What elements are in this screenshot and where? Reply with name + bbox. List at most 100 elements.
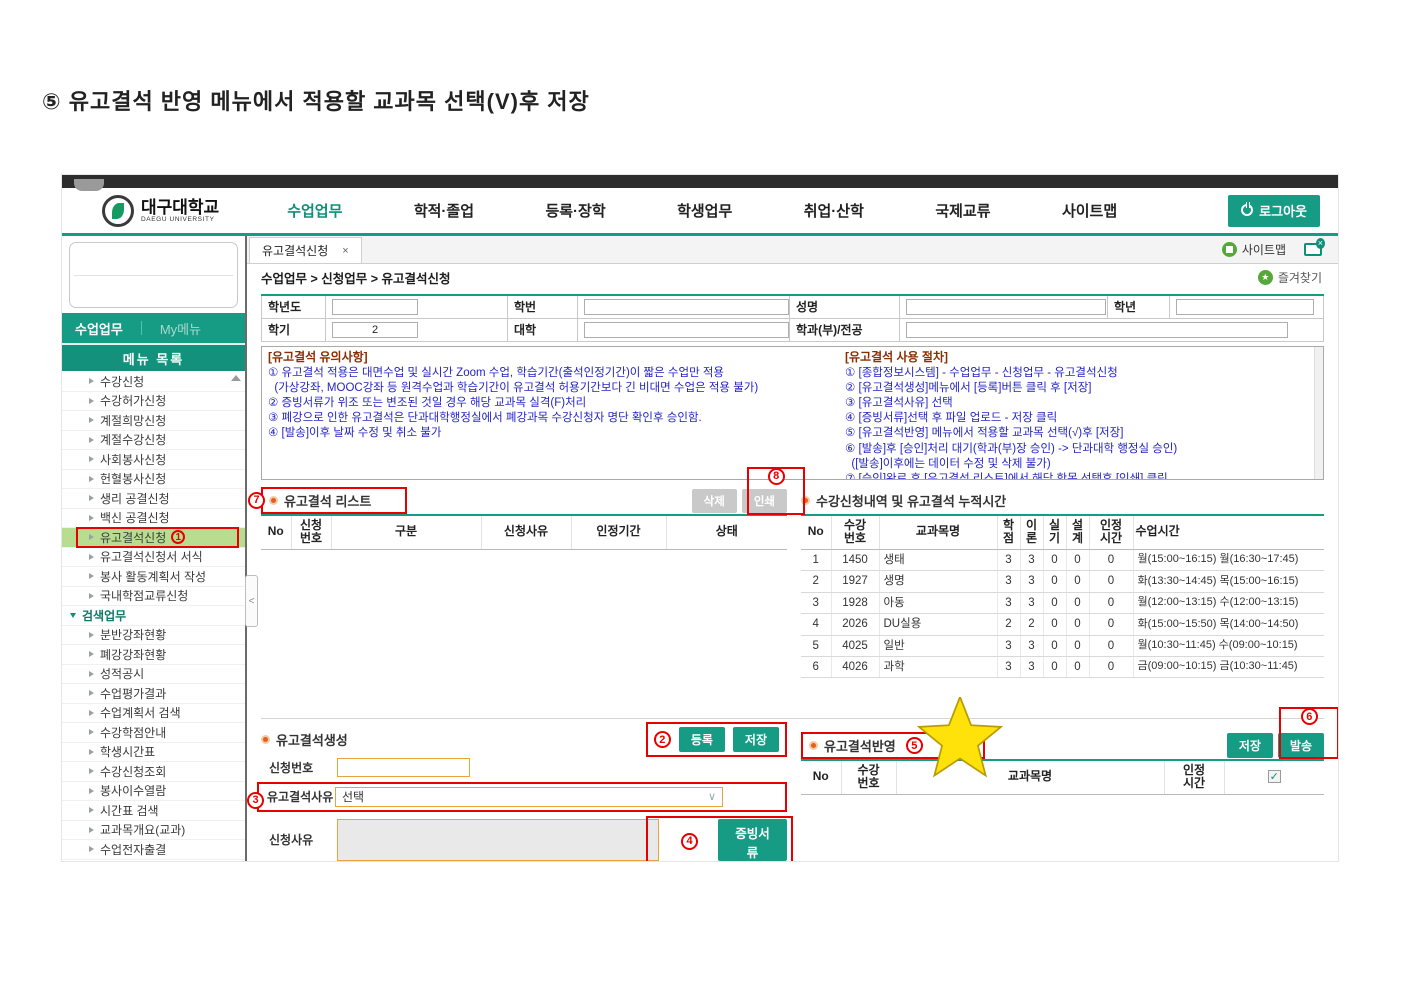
favorite-button[interactable]: ★ 즐겨찾기 <box>1257 269 1322 286</box>
enrollment-table: No 수강 번호 교과목명 학 점이 론실 기설 계 인정 시간 수업시간 1 1450 생태… <box>801 513 1324 679</box>
sidebar-item-label: 폐강강좌현황 <box>100 647 167 662</box>
sidebar-item[interactable]: 유고결석신청서 서식 <box>62 548 245 567</box>
field-input-0[interactable] <box>332 298 418 315</box>
triangle-right-icon <box>89 514 94 521</box>
sidebar-item[interactable]: 봉사 활동계획서 작성 <box>62 567 245 587</box>
column-header: No <box>261 514 292 551</box>
select-all-checkbox[interactable]: ✓ <box>1267 770 1281 784</box>
annotation-5-circle: 5 <box>905 737 923 754</box>
sidebar-item[interactable]: 분반강좌현황 <box>62 626 245 645</box>
cell: 0 <box>1089 635 1134 657</box>
request-no-input[interactable] <box>337 757 470 777</box>
sidebar-item[interactable]: 국내학점교류신청 <box>62 587 245 606</box>
sidebar-item[interactable]: 수강신청조회 <box>62 762 245 782</box>
create-save-button[interactable]: 저장 <box>732 727 779 752</box>
nav-item-0[interactable]: 수업업무 <box>287 200 342 221</box>
print-button[interactable]: 인쇄 <box>741 488 787 513</box>
table-row[interactable]: 6 4026 과학 3 3 0 0 0 금(09:00~10:15) 금(10:30~11:45… <box>801 656 1324 679</box>
field-input-3[interactable] <box>1176 298 1314 315</box>
sidebar-item[interactable]: 수업전자출결 <box>62 840 245 860</box>
field-input-1[interactable] <box>584 298 789 315</box>
reason-select[interactable]: 선택 ∨ <box>335 786 723 807</box>
section-bullet-icon <box>801 496 810 505</box>
university-logo: 대구대학교 DAEGU UNIVERSITY <box>102 194 219 227</box>
sidebar-item[interactable]: 폐강강좌현황 <box>62 645 245 665</box>
sidebar-item-label: 수업평가결과 <box>100 686 167 701</box>
sidebar-item[interactable]: 검색업무 <box>62 606 245 626</box>
nav-item-2[interactable]: 등록·장학 <box>545 200 605 221</box>
cell: 0 <box>1066 549 1090 572</box>
sidebar-item[interactable]: 교과목개요(교과) <box>62 821 245 840</box>
sidebar-item-label: 유고결석신청서 서식 <box>100 550 203 565</box>
sidebar-item[interactable]: 수강학점안내 <box>62 723 245 743</box>
cell: 1450 <box>831 549 880 572</box>
sidebar-item[interactable]: 생리 공결신청 <box>62 489 245 509</box>
sidebar-item[interactable]: 헌혈봉사신청 <box>62 470 245 489</box>
sidebar-item[interactable]: 유고결석신청 1 <box>62 527 245 548</box>
nav-item-4[interactable]: 취업·산학 <box>804 200 864 221</box>
notice-left: [유고결석 유의사항] ① 유고결석 적용은 대면수업 및 실시간 Zoom 수… <box>268 349 759 440</box>
tab-absence-application[interactable]: 유고결석신청 × <box>249 237 362 263</box>
attachment-button[interactable]: 증빙서류 <box>718 818 787 861</box>
sidebar-item[interactable]: 수업계획서 검색 <box>62 704 245 723</box>
sidebar-collapse-handle[interactable]: < <box>245 575 258 627</box>
sidebar-tab-classwork[interactable]: 수업업무 <box>75 319 123 338</box>
field-label: 학번 <box>507 294 578 319</box>
logout-button[interactable]: 로그아웃 <box>1228 194 1320 227</box>
column-header: 이 론 <box>1020 514 1044 551</box>
tab-close-icon[interactable]: × <box>342 245 348 257</box>
sidebar-item[interactable]: 백신 공결신청 <box>62 509 245 528</box>
table-row[interactable]: 5 4025 일반 3 3 0 0 0 월(10:30~11:45) 수(09:00~10:15… <box>801 635 1324 657</box>
sitemap-icon <box>1221 242 1237 257</box>
register-button[interactable]: 등록 <box>678 727 725 752</box>
sidebar-item[interactable]: 시간표 검색 <box>62 801 245 821</box>
nav-item-3[interactable]: 학생업무 <box>677 200 732 221</box>
table-row[interactable]: 3 1928 아동 3 3 0 0 0 월(12:00~13:15) 수(12:00~13:15… <box>801 592 1324 615</box>
tab-label: 유고결석신청 <box>262 244 329 258</box>
sidebar-item[interactable]: 성적공시 <box>62 665 245 684</box>
tab-strip: 유고결석신청 × 사이트맵 <box>247 236 1338 264</box>
close-all-windows-icon[interactable] <box>1304 238 1325 256</box>
cell: 0 <box>1066 570 1090 593</box>
notice-scrollbar[interactable] <box>1314 346 1323 479</box>
annotation-2-circle: 2 <box>653 731 671 748</box>
table-row[interactable]: 4 2026 DU실용 2 2 0 0 0 화(15:00~15:50) 목(14:00~14:… <box>801 613 1324 636</box>
field-input-2[interactable] <box>906 298 1106 315</box>
absence-list-table: No 신청 번호 구분 신청사유 인정기간 상태 <box>261 513 787 590</box>
sidebar-item-label: 성적공시 <box>100 667 145 682</box>
sitemap-button[interactable]: 사이트맵 <box>1221 241 1286 258</box>
field-label: 학기 <box>261 317 326 342</box>
cell: 2 <box>997 613 1021 636</box>
sidebar-item[interactable]: 수강허가신청 <box>62 392 245 411</box>
annotation-1-circle: 1 <box>171 530 186 545</box>
cell: 생태 <box>879 549 998 572</box>
cell: 아동 <box>879 592 998 615</box>
reason-textarea[interactable] <box>337 818 660 861</box>
enrollment-header: 수강신청내역 및 유고결석 누적시간 <box>801 488 1324 514</box>
sidebar-item[interactable]: 사회봉사신청 <box>62 450 245 470</box>
nav-item-1[interactable]: 학적·졸업 <box>414 200 474 221</box>
delete-button[interactable]: 삭제 <box>691 488 737 513</box>
nav-item-5[interactable]: 국제교류 <box>935 200 990 221</box>
sidebar-item[interactable]: 계절희망신청 <box>62 411 245 431</box>
field-input-r2-2[interactable] <box>906 321 1288 338</box>
cell: 6 <box>801 656 832 679</box>
sidebar-item[interactable]: 수업평가결과 <box>62 684 245 704</box>
nav-item-6[interactable]: 사이트맵 <box>1062 200 1117 221</box>
triangle-right-icon <box>89 495 94 502</box>
send-button[interactable]: 발송 <box>1277 733 1324 758</box>
sidebar-tab-mymenu[interactable]: My메뉴 <box>160 319 201 338</box>
sidebar-item[interactable]: 학생시간표 <box>62 743 245 762</box>
sidebar-item[interactable]: 계절수강신청 <box>62 431 245 450</box>
table-row[interactable]: 1 1450 생태 3 3 0 0 0 월(15:00~16:15) 월(16:30~17:45… <box>801 549 1324 572</box>
cell: 월(10:30~11:45) 수(09:00~10:15) <box>1133 635 1324 657</box>
field-input-r2-0[interactable]: 2 <box>332 321 418 338</box>
cell: 0 <box>1089 570 1134 593</box>
cell: 3 <box>1020 549 1044 572</box>
apply-save-button[interactable]: 저장 <box>1226 733 1273 758</box>
sidebar-item[interactable]: 봉사이수열람 <box>62 782 245 801</box>
sidebar-item[interactable]: 수강신청 <box>62 372 245 392</box>
table-row[interactable]: 2 1927 생명 3 3 0 0 0 화(13:30~14:45) 목(15:00~16:15… <box>801 570 1324 593</box>
cell: 4026 <box>831 656 880 679</box>
field-input-r2-1[interactable] <box>584 321 789 338</box>
